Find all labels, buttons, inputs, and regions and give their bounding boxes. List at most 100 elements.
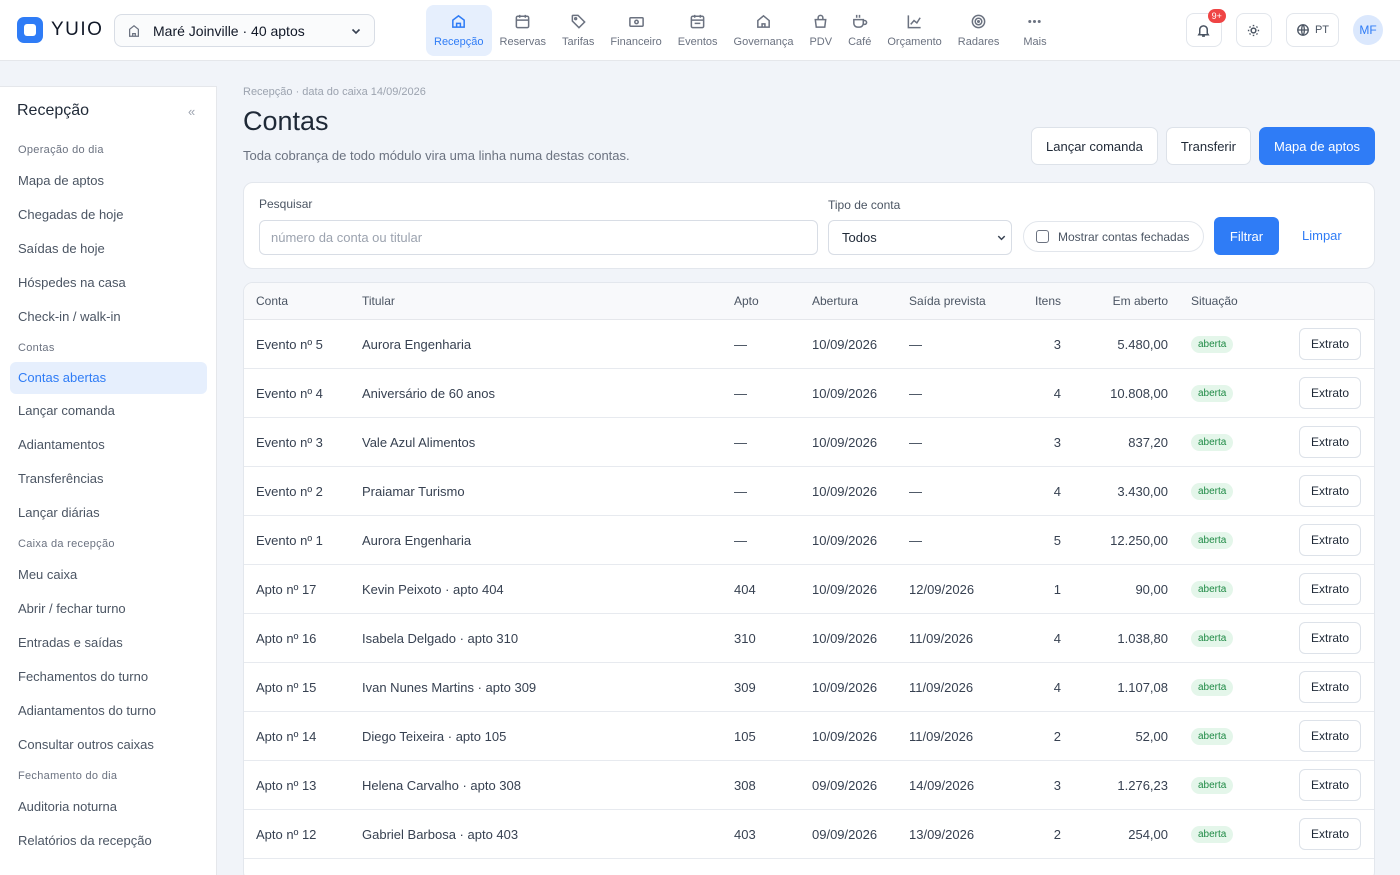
checkbox-icon[interactable]: [1036, 230, 1049, 243]
table-row[interactable]: Apto nº 12 Gabriel Barbosa · apto 403 403 0…: [244, 810, 1374, 859]
module-mais[interactable]: Mais: [1007, 5, 1062, 56]
module-governanca[interactable]: Governança: [726, 5, 802, 56]
user-avatar[interactable]: MF: [1353, 15, 1383, 45]
theme-toggle-button[interactable]: [1235, 13, 1272, 47]
app-logo[interactable]: YUIO: [17, 17, 103, 43]
cell-em-aberto: 1.276,23: [1117, 778, 1168, 793]
cell-abertura: 10/09/2026: [812, 533, 878, 548]
account-type-select[interactable]: Todos: [828, 220, 1012, 255]
cell-apto: —: [734, 386, 747, 401]
cell-saida-prevista: —: [909, 435, 922, 450]
sidebar-item[interactable]: Adiantamentos do turno: [10, 694, 207, 728]
module-tarifas[interactable]: Tarifas: [554, 5, 602, 56]
module-label: Reservas: [499, 36, 547, 48]
sidebar-item[interactable]: Meu caixa: [10, 558, 207, 592]
cell-apto: 403: [734, 827, 756, 842]
extrato-button[interactable]: Extrato: [1299, 377, 1361, 409]
extrato-button[interactable]: Extrato: [1299, 671, 1361, 703]
sidebar-item[interactable]: Fechamentos do turno: [10, 660, 207, 694]
module-reservas[interactable]: Reservas: [492, 5, 554, 56]
hotel-selector[interactable]: Maré Joinville · 40 aptos: [114, 14, 375, 47]
mapa-de-aptos-button[interactable]: Mapa de aptos: [1258, 127, 1375, 165]
table-row[interactable]: Evento nº 1 Aurora Engenharia — 10/09/2026 —…: [244, 516, 1374, 565]
status-badge: aberta: [1191, 434, 1234, 451]
module-label: Eventos: [677, 36, 718, 48]
show-closed-toggle[interactable]: Mostrar contas fechadas: [1023, 221, 1204, 252]
shopping-bag-icon: [814, 14, 827, 28]
cell-saida-prevista: —: [909, 386, 922, 401]
sidebar-item[interactable]: Auditoria noturna: [10, 790, 207, 824]
more-icon: [1028, 19, 1042, 24]
column-header[interactable]: Itens: [1024, 283, 1061, 320]
column-header[interactable]: Situação: [1191, 283, 1238, 320]
sidebar-item[interactable]: Chegadas de hoje: [10, 198, 207, 232]
cell-conta: Apto nº 13: [256, 778, 317, 793]
table-row[interactable]: Evento nº 2 Praiamar Turismo — 10/09/2026 — 4…: [244, 467, 1374, 516]
sidebar-item[interactable]: Check-in / walk-in: [10, 300, 207, 334]
search-input[interactable]: número da conta ou titular: [259, 220, 818, 255]
table-row[interactable]: Evento nº 4 Aniversário de 60 anos — 10/09/…: [244, 369, 1374, 418]
sidebar-item[interactable]: Contas abertas: [10, 362, 207, 394]
table-row[interactable]: Evento nº 3 Vale Azul Alimentos — 10/09/202…: [244, 418, 1374, 467]
cell-apto: 309: [734, 680, 756, 695]
module-cafe[interactable]: Café: [840, 5, 879, 56]
extrato-button[interactable]: Extrato: [1299, 769, 1361, 801]
transferir-button[interactable]: Transferir: [1165, 127, 1251, 165]
account-type-label: Tipo de conta: [828, 198, 901, 212]
filter-button[interactable]: Filtrar: [1214, 217, 1279, 255]
module-financeiro[interactable]: Financeiro: [602, 5, 669, 56]
sidebar-item[interactable]: Lançar diárias: [10, 496, 207, 530]
lancar-comanda-button[interactable]: Lançar comanda: [1031, 127, 1158, 165]
notifications-button[interactable]: 9+: [1185, 9, 1226, 47]
status-badge: aberta: [1191, 581, 1234, 598]
extrato-button[interactable]: Extrato: [1299, 573, 1361, 605]
column-header[interactable]: Apto: [734, 283, 759, 320]
sidebar-item[interactable]: Saídas de hoje: [10, 232, 207, 266]
extrato-button[interactable]: Extrato: [1299, 622, 1361, 654]
sidebar-item[interactable]: Hóspedes na casa: [10, 266, 207, 300]
sidebar-item[interactable]: Consultar outros caixas: [10, 728, 207, 762]
calendar-icon: [515, 14, 530, 29]
sidebar-item[interactable]: Entradas e saídas: [10, 626, 207, 660]
extrato-button[interactable]: Extrato: [1299, 475, 1361, 507]
column-header[interactable]: Titular: [362, 283, 395, 320]
sidebar-item[interactable]: Relatórios da recepção: [10, 824, 207, 858]
column-header[interactable]: Abertura: [812, 283, 858, 320]
extrato-button[interactable]: Extrato: [1299, 720, 1361, 752]
clear-filters-link[interactable]: Limpar: [1302, 228, 1342, 243]
sidebar-item[interactable]: Abrir / fechar turno: [10, 592, 207, 626]
cell-abertura: 10/09/2026: [812, 680, 878, 695]
module-recepcao[interactable]: Recepção: [426, 5, 492, 56]
language-button[interactable]: PT: [1285, 13, 1339, 47]
table-row[interactable]: Apto nº 13 Helena Carvalho · apto 308 308 0…: [244, 761, 1374, 810]
sidebar-item[interactable]: Transferências: [10, 462, 207, 496]
table-row[interactable]: Evento nº 5 Aurora Engenharia — 10/09/2026 —…: [244, 320, 1374, 369]
module-label: Governança: [733, 36, 794, 48]
module-orcamento[interactable]: Orçamento: [879, 5, 949, 56]
sidebar-item[interactable]: Mapa de aptos: [10, 164, 207, 198]
extrato-button[interactable]: Extrato: [1299, 818, 1361, 850]
sidebar-item[interactable]: Lançar comanda: [10, 394, 207, 428]
chevron-down-icon: [996, 232, 1007, 243]
module-pdv[interactable]: PDV: [801, 5, 840, 56]
module-eventos[interactable]: Eventos: [670, 5, 726, 56]
column-header[interactable]: Em aberto: [1084, 283, 1168, 320]
search-label: Pesquisar: [259, 197, 313, 211]
sidebar-item[interactable]: Adiantamentos: [10, 428, 207, 462]
extrato-button[interactable]: Extrato: [1299, 328, 1361, 360]
cell-titular: Ivan Nunes Martins · apto 309: [362, 680, 537, 695]
column-header[interactable]: Saída prevista: [909, 283, 986, 320]
cell-abertura: 10/09/2026: [812, 337, 878, 352]
table-row[interactable]: Apto nº 14 Diego Teixeira · apto 105 105 10…: [244, 712, 1374, 761]
table-row[interactable]: Apto nº 16 Isabela Delgado · apto 310 310 1…: [244, 614, 1374, 663]
collapse-sidebar-button[interactable]: «: [188, 104, 195, 119]
sidebar-group-label: Contas: [18, 342, 55, 354]
cell-saida-prevista: —: [909, 337, 922, 352]
filter-panel: Pesquisar número da conta ou titular Tip…: [243, 182, 1375, 269]
table-row[interactable]: Apto nº 17 Kevin Peixoto · apto 404 404 10/…: [244, 565, 1374, 614]
table-row[interactable]: Apto nº 15 Ivan Nunes Martins · apto 309 3…: [244, 663, 1374, 712]
module-radares[interactable]: Radares: [950, 5, 1008, 56]
extrato-button[interactable]: Extrato: [1299, 524, 1361, 556]
column-header[interactable]: Conta: [256, 283, 288, 320]
extrato-button[interactable]: Extrato: [1299, 426, 1361, 458]
